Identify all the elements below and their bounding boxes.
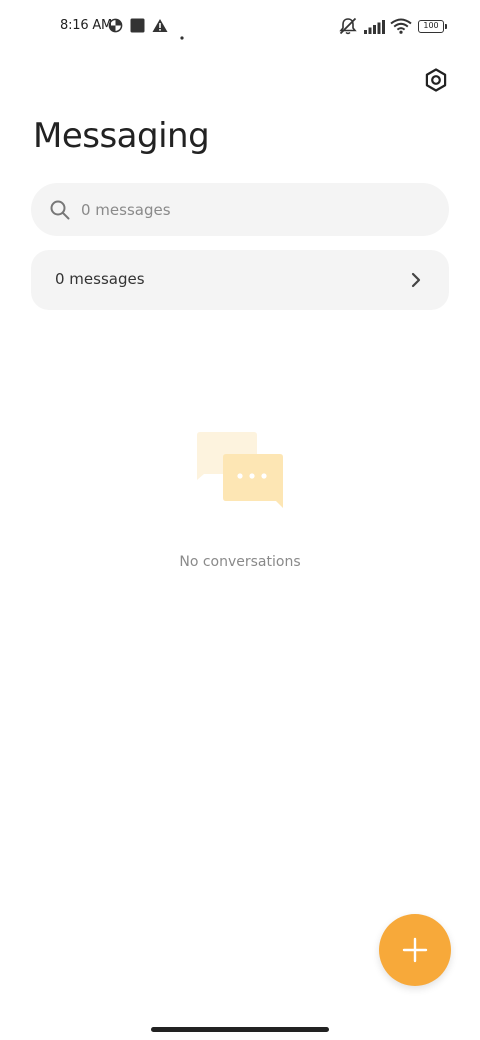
battery-icon: 100 — [418, 20, 444, 33]
chat-bubbles-icon — [190, 428, 290, 512]
battery-tip — [445, 24, 447, 29]
messages-row[interactable]: 0 messages — [31, 250, 449, 310]
data-saver-icon — [108, 18, 123, 37]
status-bar: 8:16 AM 100 — [0, 0, 480, 54]
battery-level: 100 — [423, 21, 439, 30]
settings-icon — [423, 67, 449, 93]
search-icon — [49, 199, 71, 221]
status-time: 8:16 AM — [60, 18, 113, 33]
search-input[interactable] — [81, 183, 431, 236]
silent-icon — [338, 17, 358, 39]
dot-icon — [180, 25, 184, 44]
settings-button[interactable] — [420, 64, 452, 96]
chevron-right-icon — [407, 271, 425, 289]
warning-icon — [152, 18, 168, 37]
wifi-icon — [390, 18, 412, 38]
square-notification-icon — [130, 18, 145, 37]
empty-state-text: No conversations — [179, 554, 301, 570]
signal-icon — [364, 19, 386, 38]
new-conversation-button[interactable] — [379, 914, 451, 986]
home-indicator[interactable] — [151, 1027, 329, 1032]
plus-icon — [402, 937, 428, 963]
messages-row-label: 0 messages — [55, 270, 145, 288]
page-title: Messaging — [33, 116, 210, 156]
search-bar[interactable] — [31, 183, 449, 236]
